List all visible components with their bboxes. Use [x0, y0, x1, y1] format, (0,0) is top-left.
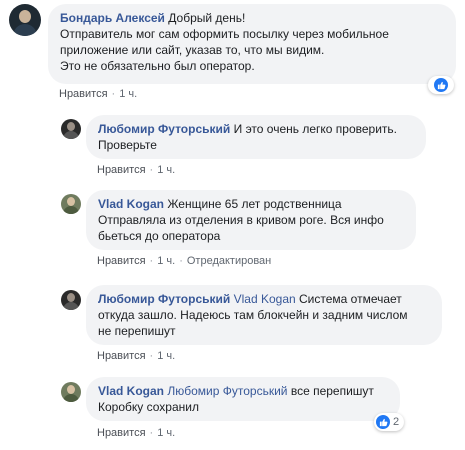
comment-text: откуда зашло. Надеюсь там блокчейн и зад… [98, 308, 408, 322]
comment-text: не перепишут [98, 324, 176, 338]
reaction-count: 2 [393, 416, 400, 428]
comment-text: Отправитель мог сам оформить посылку чер… [60, 27, 389, 41]
edited-label[interactable]: Отредактирован [187, 255, 271, 267]
reaction-summary[interactable]: 2 [374, 413, 405, 431]
timestamp[interactable]: 1 ч. [157, 164, 175, 176]
avatar[interactable] [61, 290, 81, 310]
comment-bubble: Vlad Kogan Женщине 65 лет родственница О… [86, 190, 416, 250]
timestamp[interactable]: 1 ч. [157, 350, 175, 362]
comment-bubble: Бондарь Алексей Добрый день! Отправитель… [48, 4, 456, 84]
comment-text: Система отмечает [299, 292, 402, 306]
comment-bubble: Любомир Футорський И это очень легко про… [86, 115, 426, 159]
like-button[interactable]: Нравится [97, 255, 146, 267]
comment-actions: Нравится · 1 ч. [59, 88, 138, 100]
avatar[interactable] [9, 4, 41, 36]
comment-author[interactable]: Vlad Kogan [98, 197, 164, 211]
like-icon [434, 78, 448, 92]
reaction-summary[interactable] [428, 76, 454, 94]
comment-author[interactable]: Бондарь Алексей [60, 11, 165, 25]
comment-actions: Нравится · 1 ч. [97, 350, 176, 362]
avatar[interactable] [61, 382, 81, 402]
avatar[interactable] [61, 119, 81, 139]
comment-text: Добрый день! [168, 11, 246, 25]
mention-link[interactable]: Vlad Kogan [234, 292, 296, 306]
mention-link[interactable]: Любомир Футорський [167, 384, 287, 398]
comment-text: приложение или сайт, указав то, что мы в… [60, 43, 325, 57]
comment-author[interactable]: Vlad Kogan [98, 384, 164, 398]
like-button[interactable]: Нравится [97, 427, 146, 439]
comment-author[interactable]: Любомир Футорський [98, 292, 230, 306]
comment-text: все перепишут [290, 384, 374, 398]
comment-text: И это очень легко проверить. [233, 122, 398, 136]
like-icon [376, 415, 390, 429]
comment-actions: Нравится · 1 ч. [97, 164, 176, 176]
comment-author[interactable]: Любомир Футорський [98, 122, 230, 136]
comment-actions: Нравится · 1 ч. · Отредактирован [97, 255, 272, 267]
timestamp[interactable]: 1 ч. [119, 88, 137, 100]
timestamp[interactable]: 1 ч. [157, 255, 175, 267]
timestamp[interactable]: 1 ч. [157, 427, 175, 439]
comment-text: Женщине 65 лет родственница [167, 197, 342, 211]
comment-bubble: Vlad Kogan Любомир Футорський все перепи… [86, 377, 400, 421]
like-button[interactable]: Нравится [59, 88, 108, 100]
comment-text: Это не обязательно был оператор. [60, 59, 255, 73]
comment-text: Коробку сохранил [98, 400, 199, 414]
comment-actions: Нравится · 1 ч. [97, 427, 176, 439]
like-button[interactable]: Нравится [97, 164, 146, 176]
comment-text: Проверьте [98, 138, 157, 152]
comment-text: бьеться до оператора [98, 229, 221, 243]
avatar[interactable] [61, 194, 81, 214]
like-button[interactable]: Нравится [97, 350, 146, 362]
comment-bubble: Любомир Футорський Vlad Kogan Система от… [86, 285, 442, 345]
comment-text: Отправляла из отделения в кривом роге. В… [98, 213, 384, 227]
